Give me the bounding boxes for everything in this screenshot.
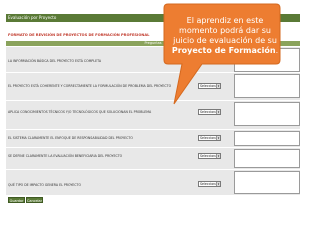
question-text: APLICA CONOCIMIENTOS TÉCNICOS Y/O TECNOL… <box>8 110 152 114</box>
question-text: EL SISTEMA CLARAMENTE EL ENFOQUE DE RESP… <box>8 136 133 140</box>
comment-textarea[interactable] <box>234 149 300 168</box>
save-button[interactable]: Guardar <box>8 197 25 203</box>
question-text: EL PROYECTO ESTÁ COHERENTE Y CORRECTAMEN… <box>8 84 172 88</box>
rating-select[interactable]: Seleccionar ▾ <box>198 153 221 159</box>
question-text: QUÉ TIPO DE IMPACTO GENERA EL PROYECTO <box>8 183 81 187</box>
callout-text-end: . <box>275 46 279 55</box>
chevron-down-icon: ▾ <box>216 182 220 186</box>
comment-textarea[interactable] <box>234 171 300 194</box>
rating-select[interactable]: Seleccionar ▾ <box>198 181 221 187</box>
comment-textarea[interactable] <box>234 131 300 146</box>
form-title: FORMATO DE REVISIÓN DE PROYECTOS DE FORM… <box>8 33 150 37</box>
chevron-down-icon: ▾ <box>216 136 220 140</box>
question-text: SE DEFINE CLARAMENTE LA EVALUACIÓN BENEF… <box>8 154 123 158</box>
chevron-down-icon: ▾ <box>216 154 220 158</box>
callout-text-bold: Proyecto de Formación <box>171 46 276 55</box>
cancel-button[interactable]: Cancelar <box>26 197 43 203</box>
question-row: EL SISTEMA CLARAMENTE EL ENFOQUE DE RESP… <box>6 130 300 147</box>
question-row: SE DEFINE CLARAMENTE LA EVALUACIÓN BENEF… <box>6 148 300 169</box>
chevron-down-icon: ▾ <box>216 110 220 114</box>
callout-text: El aprendiz en este momento podrá dar su… <box>170 16 280 56</box>
question-text: LA INFORMACIÓN BÁSICA DEL PROYECTO ESTÁ … <box>8 59 102 63</box>
callout-text-main: El aprendiz en este momento podrá dar su… <box>173 16 277 45</box>
rating-select[interactable]: Seleccionar ▾ <box>198 135 221 141</box>
question-row: QUÉ TIPO DE IMPACTO GENERA EL PROYECTO S… <box>6 170 300 195</box>
